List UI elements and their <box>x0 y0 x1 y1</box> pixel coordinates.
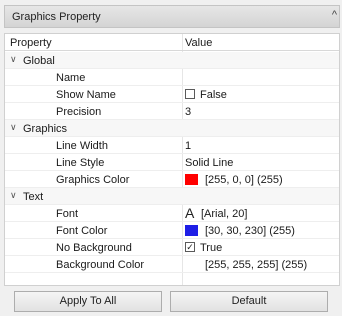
property-name: Show Name <box>56 89 116 101</box>
panel-title: Graphics Property <box>12 11 101 23</box>
property-row-graphics-color[interactable]: Graphics Color [255, 0, 0] (255) <box>5 171 339 188</box>
property-name: Background Color <box>56 259 145 271</box>
property-name: Line Width <box>56 140 108 152</box>
property-value: [30, 30, 230] (255) <box>205 225 295 237</box>
property-name: No Background <box>56 242 132 254</box>
property-row-name[interactable]: Name <box>5 69 339 86</box>
property-name: Line Style <box>56 157 105 169</box>
property-name: Precision <box>56 106 102 118</box>
property-value: [255, 0, 0] (255) <box>205 174 283 186</box>
background-color-swatch[interactable] <box>185 259 198 270</box>
chevron-down-icon[interactable]: ∨ <box>10 122 17 133</box>
category-label: Text <box>23 191 44 203</box>
value-column-header: Value <box>185 37 213 49</box>
property-row-no-background[interactable]: No Background ✓ True <box>5 239 339 256</box>
category-text[interactable]: ∨ Text <box>5 188 339 205</box>
property-name: Name <box>56 72 86 84</box>
property-value: [255, 255, 255] (255) <box>205 259 308 271</box>
category-global[interactable]: ∨ Global <box>5 52 339 69</box>
property-grid: Property Value ∨ Global Name Show Name F… <box>4 33 340 286</box>
grid-header: Property Value <box>5 34 339 51</box>
font-color-swatch[interactable] <box>185 225 198 236</box>
property-value[interactable]: 3 <box>185 106 191 118</box>
show-name-checkbox[interactable] <box>185 89 195 99</box>
property-name: Font Color <box>56 225 108 237</box>
category-graphics[interactable]: ∨ Graphics <box>5 120 339 137</box>
collapse-icon[interactable]: ^ <box>332 9 337 21</box>
default-button[interactable]: Default <box>170 291 328 312</box>
property-name: Graphics Color <box>56 174 130 186</box>
no-background-checkbox[interactable]: ✓ <box>185 242 195 252</box>
chevron-down-icon[interactable]: ∨ <box>10 190 17 201</box>
category-label: Global <box>23 55 55 67</box>
property-row-font-color[interactable]: Font Color [30, 30, 230] (255) <box>5 222 339 239</box>
property-row-precision[interactable]: Precision 3 <box>5 103 339 120</box>
property-value: False <box>200 89 227 101</box>
property-column-header: Property <box>10 37 52 49</box>
property-row-show-name[interactable]: Show Name False <box>5 86 339 103</box>
property-row-line-style[interactable]: Line Style Solid Line <box>5 154 339 171</box>
chevron-down-icon[interactable]: ∨ <box>10 54 17 65</box>
property-name: Font <box>56 208 79 220</box>
property-row-font[interactable]: Font A [Arial, 20] <box>5 205 339 222</box>
property-row-line-width[interactable]: Line Width 1 <box>5 137 339 154</box>
panel-title-bar: Graphics Property ^ <box>4 5 340 28</box>
property-value: True <box>200 242 223 254</box>
graphics-property-panel: Graphics Property ^ Property Value ∨ Glo… <box>0 0 342 316</box>
graphics-color-swatch[interactable] <box>185 174 198 185</box>
property-value[interactable]: [Arial, 20] <box>201 208 247 220</box>
font-icon: A <box>185 205 195 221</box>
apply-to-all-button[interactable]: Apply To All <box>14 291 162 312</box>
property-value[interactable]: Solid Line <box>185 157 233 169</box>
property-value[interactable]: 1 <box>185 140 191 152</box>
property-row-background-color[interactable]: Background Color [255, 255, 255] (255) <box>5 256 339 273</box>
category-label: Graphics <box>23 123 68 135</box>
